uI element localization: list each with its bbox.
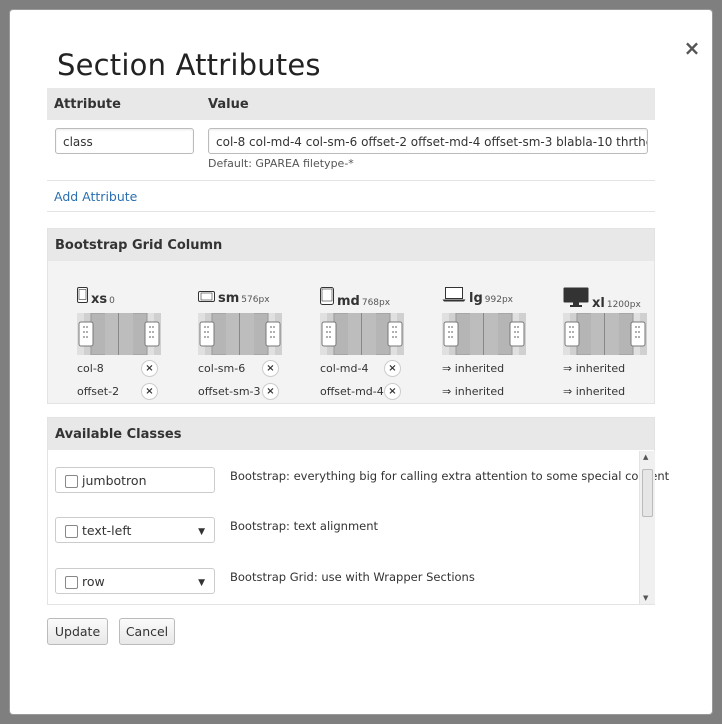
offset-class-label: offset-2 bbox=[77, 385, 120, 398]
offset-class-label: offset-sm-3 bbox=[198, 385, 261, 398]
breakpoint-width: 0 bbox=[109, 296, 115, 306]
column-class-label: col-8 bbox=[77, 362, 104, 375]
remove-column-class-button[interactable]: × bbox=[262, 360, 279, 377]
chevron-down-icon[interactable]: ▼ bbox=[198, 527, 205, 537]
class-description: Bootstrap: text alignment bbox=[230, 519, 379, 533]
column-class-label: col-sm-6 bbox=[198, 362, 246, 375]
column-class-label: ⇒ inherited bbox=[563, 362, 626, 375]
breakpoint-lg: lg 992px ⇒ inherited ⇒ inherited bbox=[442, 277, 542, 398]
offset-class-label: ⇒ inherited bbox=[563, 385, 626, 398]
breakpoint-width: 768px bbox=[361, 298, 391, 308]
breakpoint-md: md 768px col-md-4 offset-md-4 × × bbox=[320, 277, 420, 400]
grid-column-header: Bootstrap Grid Column bbox=[48, 229, 654, 261]
grid-visualization[interactable] bbox=[442, 312, 526, 356]
class-label: jumbotron bbox=[82, 473, 147, 488]
tablet-icon bbox=[320, 287, 334, 309]
breakpoint-width: 576px bbox=[241, 295, 270, 305]
class-toggle[interactable]: row ▼ bbox=[55, 568, 215, 594]
available-classes-header: Available Classes bbox=[48, 418, 654, 450]
cancel-button[interactable]: Cancel bbox=[119, 618, 175, 645]
grid-visualization[interactable] bbox=[77, 312, 161, 356]
class-label: row bbox=[82, 574, 105, 589]
class-checkbox[interactable] bbox=[65, 525, 78, 538]
available-classes-title: Available Classes bbox=[55, 427, 182, 442]
class-description: Bootstrap Grid: use with Wrapper Section… bbox=[230, 570, 475, 584]
attribute-row: class col-8 col-md-4 col-sm-6 offset-2 o… bbox=[47, 120, 655, 181]
laptop-icon bbox=[442, 287, 466, 306]
column-class-label: ⇒ inherited bbox=[442, 362, 505, 375]
breakpoint-heading: sm 576px bbox=[198, 287, 270, 307]
desktop-icon bbox=[563, 287, 589, 311]
chevron-down-icon[interactable]: ▼ bbox=[198, 578, 205, 588]
class-toggle[interactable]: text-left ▼ bbox=[55, 517, 215, 543]
breakpoint-name: lg bbox=[469, 291, 483, 306]
class-label: text-left bbox=[82, 523, 132, 538]
remove-offset-class-button[interactable]: × bbox=[262, 383, 279, 400]
attribute-value-input[interactable]: col-8 col-md-4 col-sm-6 offset-2 offset-… bbox=[208, 128, 648, 154]
breakpoint-heading: lg 992px bbox=[442, 287, 513, 307]
divider bbox=[47, 211, 655, 212]
class-checkbox[interactable] bbox=[65, 475, 78, 488]
class-checkbox[interactable] bbox=[65, 576, 78, 589]
grid-visualization[interactable] bbox=[563, 312, 647, 356]
offset-class-label: ⇒ inherited bbox=[442, 385, 505, 398]
add-attribute-link[interactable]: Add Attribute bbox=[54, 189, 137, 204]
dialog-title: Section Attributes bbox=[57, 48, 321, 82]
breakpoint-name: xl bbox=[592, 296, 605, 311]
grid-column-title: Bootstrap Grid Column bbox=[55, 238, 223, 253]
value-column-header: Value bbox=[208, 97, 249, 112]
phone-landscape-icon bbox=[198, 287, 215, 306]
breakpoint-heading: xs 0 bbox=[77, 287, 115, 307]
breakpoint-name: sm bbox=[218, 291, 240, 306]
attribute-column-header: Attribute bbox=[54, 97, 121, 112]
breakpoint-heading: md 768px bbox=[320, 287, 391, 309]
remove-offset-class-button[interactable]: × bbox=[384, 383, 401, 400]
scroll-down-icon[interactable]: ▼ bbox=[643, 594, 648, 602]
scroll-up-icon[interactable]: ▲ bbox=[643, 453, 648, 461]
class-item-jumbotron: jumbotron Bootstrap: everything big for c… bbox=[55, 467, 669, 507]
breakpoint-heading: xl 1200px bbox=[563, 287, 641, 311]
breakpoint-sm: sm 576px col-sm-6 offset-sm-3 × × bbox=[198, 277, 298, 400]
breakpoint-xl: xl 1200px ⇒ inherited ⇒ inherited bbox=[563, 277, 663, 398]
grid-column-panel: Bootstrap Grid Column xs 0 col-8 offset-2 × ×… bbox=[47, 228, 655, 404]
update-button[interactable]: Update bbox=[47, 618, 108, 645]
classes-scrollbar[interactable]: ▲ ▼ bbox=[639, 451, 655, 604]
breakpoint-xs: xs 0 col-8 offset-2 × × bbox=[77, 277, 177, 400]
attribute-table-header: Attribute Value bbox=[47, 88, 655, 120]
column-class-label: col-md-4 bbox=[320, 362, 369, 375]
breakpoint-width: 992px bbox=[484, 295, 513, 305]
close-icon[interactable]: × bbox=[683, 37, 701, 59]
class-description: Bootstrap: everything big for calling ex… bbox=[230, 469, 670, 483]
remove-offset-class-button[interactable]: × bbox=[141, 383, 158, 400]
available-classes-panel: Available Classes jumbotron Bootstrap: ev… bbox=[47, 417, 669, 608]
grid-visualization[interactable] bbox=[320, 312, 404, 356]
remove-column-class-button[interactable]: × bbox=[141, 360, 158, 377]
scrollbar-thumb[interactable] bbox=[642, 469, 653, 517]
class-item-row: row ▼ Bootstrap Grid: use with Wrapper Sec… bbox=[55, 568, 635, 608]
breakpoint-name: md bbox=[337, 294, 360, 309]
offset-class-label: offset-md-4 bbox=[320, 385, 384, 398]
breakpoint-name: xs bbox=[91, 292, 108, 307]
breakpoint-width: 1200px bbox=[606, 300, 641, 310]
phone-icon bbox=[77, 287, 88, 307]
attribute-name-input[interactable]: class bbox=[55, 128, 194, 154]
attribute-default-hint: Default: GPAREA filetype-* bbox=[208, 157, 354, 170]
remove-column-class-button[interactable]: × bbox=[384, 360, 401, 377]
grid-visualization[interactable] bbox=[198, 312, 282, 356]
class-toggle[interactable]: jumbotron bbox=[55, 467, 215, 493]
class-item-text-left: text-left ▼ Bootstrap: text alignment bbox=[55, 517, 635, 557]
